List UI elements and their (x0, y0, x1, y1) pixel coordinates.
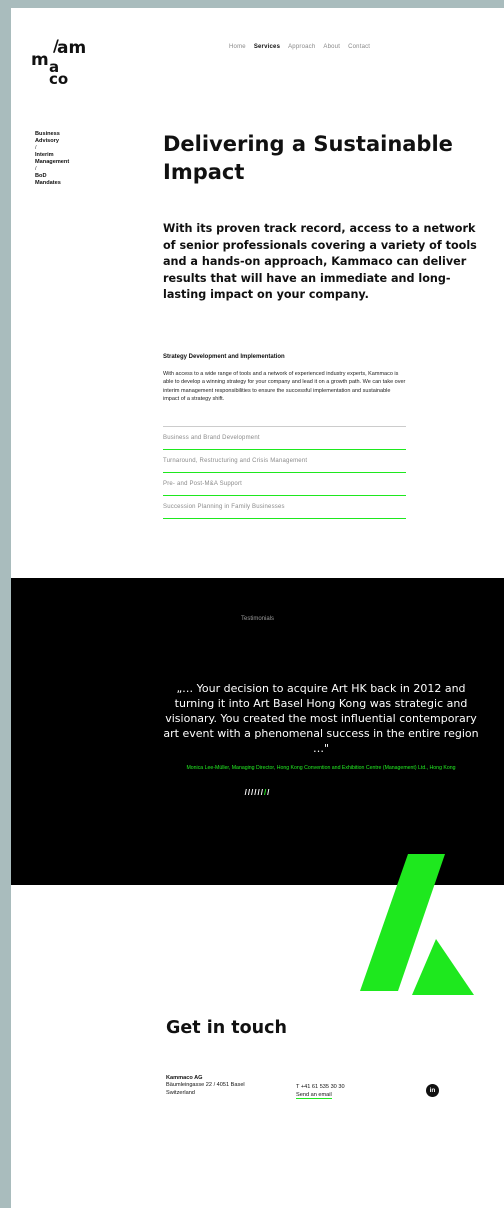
sidenav-item-interim-management[interactable]: Interim Management (35, 152, 95, 166)
country: Switzerland (166, 1089, 195, 1096)
testimonial-slide-indicator[interactable]: //////// (11, 788, 504, 797)
nav-contact-link[interactable]: Contact (348, 44, 370, 50)
nav-about-link[interactable]: About (323, 44, 340, 50)
accordion-item-succession[interactable]: Succession Planning in Family Businesses (163, 496, 406, 519)
sidenav-item-label-line1: Interim (35, 152, 54, 158)
send-email-link[interactable]: Send an email (296, 1092, 332, 1099)
linkedin-icon[interactable]: in (426, 1084, 439, 1097)
contact-phone-email: T +41 61 535 30 30 Send an email (296, 1083, 345, 1099)
testimonials-heading: Testimonials (240, 616, 274, 622)
sidenav-item-bod-mandates[interactable]: BoD Mandates (35, 173, 95, 187)
street-address: Bäumleingasse 22 / 4051 Basel (166, 1082, 245, 1089)
nav-approach-link[interactable]: Approach (288, 44, 315, 50)
nav-services-link[interactable]: Services (254, 44, 280, 50)
sidenav-item-label-line2: Mandates (35, 180, 61, 186)
nav-home-link[interactable]: Home (229, 44, 246, 50)
service-description: With access to a wide range of tools and… (163, 371, 406, 402)
intro-paragraph: With its proven track record, access to … (163, 222, 477, 302)
accordion-item-business-brand[interactable]: Business and Brand Development (163, 427, 406, 450)
brand-mark-triangle-shape (412, 939, 474, 995)
service-title: Strategy Development and Implementation (163, 354, 285, 360)
sidenav-item-business-advisory[interactable]: Business Advisory (35, 131, 95, 145)
company-name: Kammaco AG (166, 1075, 203, 1081)
sidenav-separator: / (35, 145, 37, 151)
slide-indicator-inactive: ////// (244, 788, 264, 797)
logo-letters-am: am (57, 38, 87, 58)
accordion-item-turnaround[interactable]: Turnaround, Restructuring and Crisis Man… (163, 450, 406, 473)
top-navigation: Home Services Approach About Contact (229, 44, 370, 50)
page: m / am a co Home Services Approach About… (11, 8, 504, 1208)
testimonials-section: Testimonials „… Your decision to acquire… (11, 578, 504, 885)
accordion-item-ma-support[interactable]: Pre- and Post-M&A Support (163, 473, 406, 496)
slide-indicator-inactive: / (267, 788, 271, 797)
services-side-navigation: Business Advisory / Interim Management /… (35, 131, 95, 187)
testimonial-quote: „… Your decision to acquire Art HK back … (163, 682, 479, 755)
logo-letters-co: co (49, 70, 69, 88)
testimonial-author: Monica Lee-Müller, Managing Director, Ho… (186, 765, 456, 771)
phone-number[interactable]: T +41 61 535 30 30 (296, 1083, 345, 1091)
contact-address: Kammaco AG Bäumleingasse 22 / 4051 Basel… (166, 1075, 245, 1097)
sidenav-item-label-line2: Management (35, 159, 70, 165)
services-accordion: Business and Brand Development Turnaroun… (163, 426, 406, 519)
sidenav-separator: / (35, 166, 37, 172)
page-title: Delivering a Sustainable Impact (163, 132, 453, 184)
logo-letter-m: m (31, 50, 49, 70)
sidenav-item-label-line1: Business (35, 131, 60, 137)
contact-title: Get in touch (166, 1018, 287, 1038)
sidenav-item-label-line1: BoD (35, 173, 47, 179)
kammaco-logo[interactable]: m / am a co (31, 36, 101, 94)
sidenav-item-label-line2: Advisory (35, 138, 59, 144)
